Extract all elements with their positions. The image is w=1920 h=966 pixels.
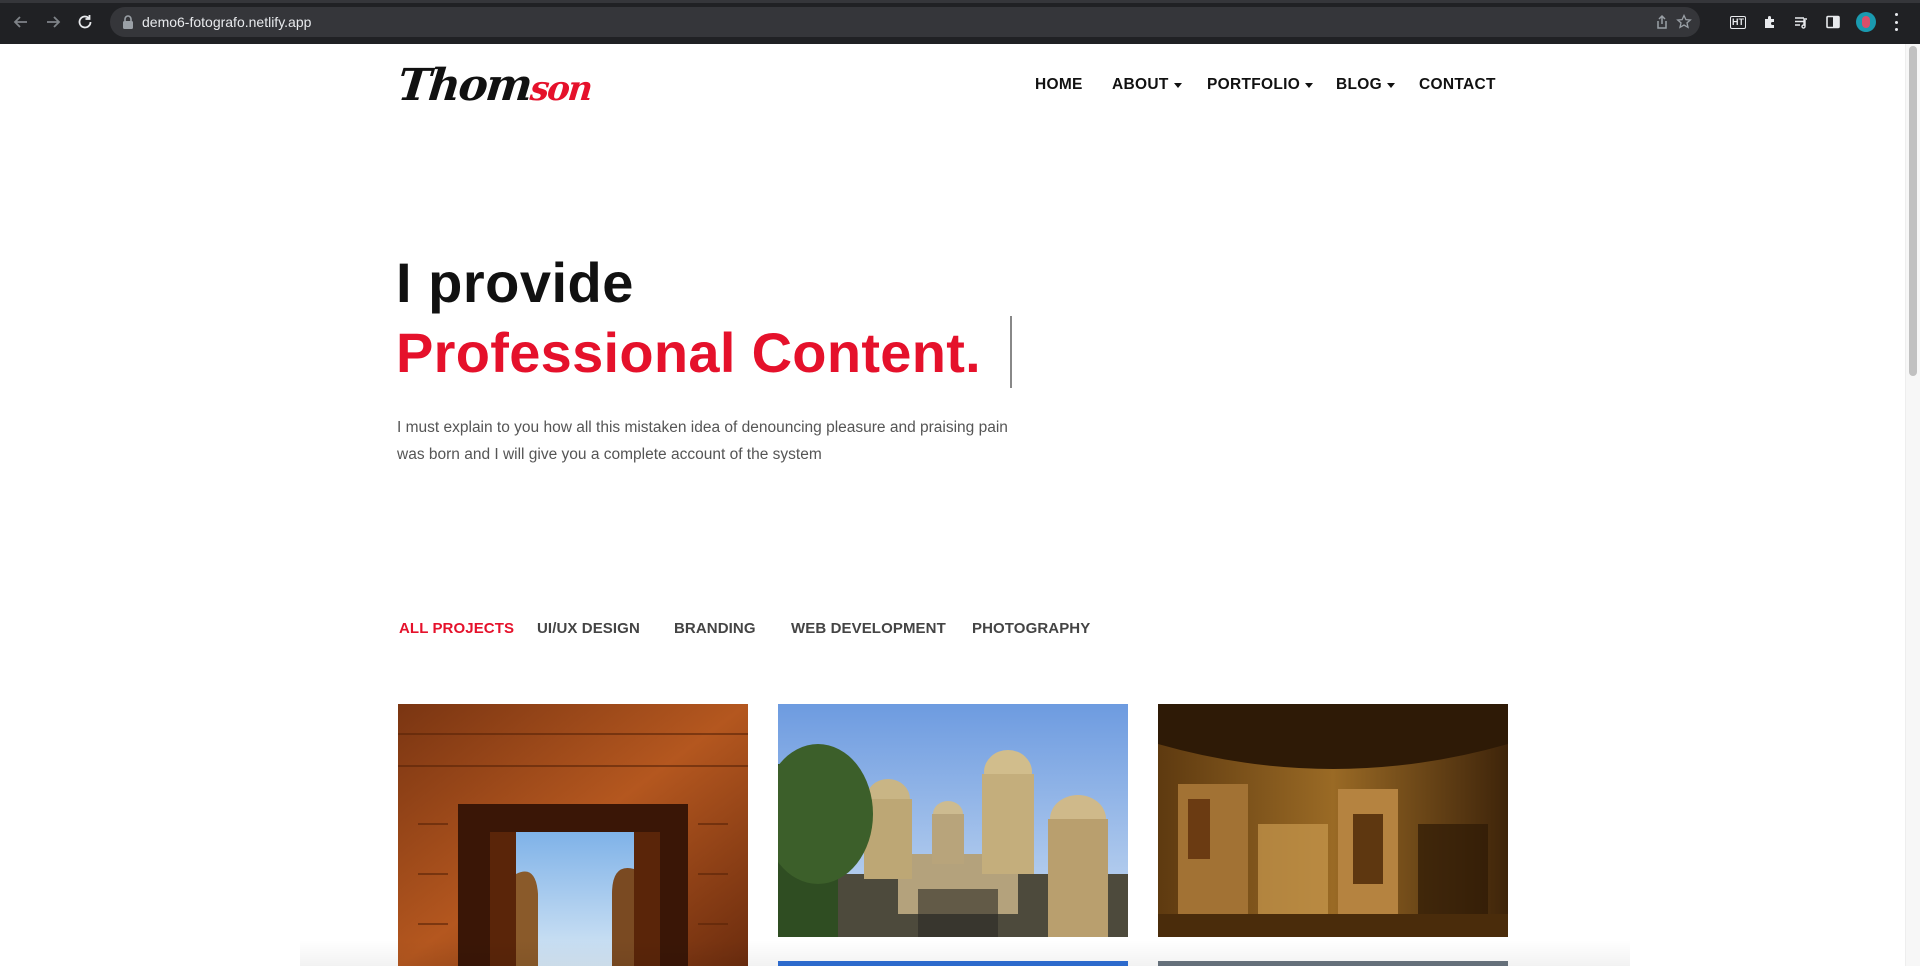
portfolio-image-temple-doorway[interactable]	[398, 704, 748, 966]
hero-description: I must explain to you how all this mista…	[397, 419, 1008, 463]
caret-down-icon	[1173, 82, 1182, 88]
media-playlist-icon[interactable]	[1791, 12, 1811, 32]
nav-item-home[interactable]: HOME	[1035, 76, 1083, 94]
back-arrow-icon[interactable]	[9, 10, 33, 34]
more-menu-icon[interactable]	[1894, 13, 1898, 31]
scrollbar-thumb[interactable]	[1909, 46, 1917, 376]
sidebar-icon[interactable]	[1823, 12, 1843, 32]
portfolio-image-palace-domes[interactable]	[778, 704, 1128, 937]
filter-tab-web-development[interactable]: WEB DEVELOPMENT	[791, 620, 946, 637]
profile-avatar-icon[interactable]	[1856, 12, 1876, 32]
nav-item-blog[interactable]: BLOG	[1336, 76, 1395, 94]
browser-toolbar: demo6-fotografo.netlify.app HT	[0, 0, 1920, 44]
nav-item-contact[interactable]: CONTACT	[1419, 76, 1496, 94]
tab-strip-edge	[0, 0, 1920, 3]
url-text[interactable]: demo6-fotografo.netlify.app	[142, 14, 311, 30]
forward-arrow-icon[interactable]	[41, 10, 65, 34]
reload-icon[interactable]	[73, 10, 97, 34]
nav-item-portfolio[interactable]: PORTFOLIO	[1207, 76, 1314, 94]
lock-icon[interactable]	[122, 15, 134, 29]
filter-tab-all-projects[interactable]: ALL PROJECTS	[399, 620, 514, 637]
puzzle-extensions-icon[interactable]	[1760, 12, 1780, 32]
hero-heading-line2: Professional Content.	[396, 321, 982, 384]
share-icon[interactable]	[1654, 14, 1670, 30]
filter-tab-photography[interactable]: PHOTOGRAPHY	[972, 620, 1090, 637]
extension-ht-icon[interactable]: HT	[1728, 12, 1748, 32]
caret-down-icon	[1386, 82, 1395, 88]
address-bar[interactable]: demo6-fotografo.netlify.app	[110, 7, 1700, 37]
filter-tab-branding[interactable]: BRANDING	[674, 620, 756, 637]
nav-item-about[interactable]: ABOUT	[1112, 76, 1182, 94]
portfolio-image-tomb-interior[interactable]	[1158, 704, 1508, 937]
typing-cursor	[1010, 316, 1012, 388]
bookmark-star-icon[interactable]	[1676, 14, 1692, 30]
hero-heading-line1: I provide	[396, 251, 634, 314]
bottom-fade	[300, 940, 1630, 966]
site-logo[interactable]: Thomson	[395, 60, 594, 111]
filter-tab-ui-ux-design[interactable]: UI/UX DESIGN	[537, 620, 640, 637]
caret-down-icon	[1305, 82, 1314, 88]
